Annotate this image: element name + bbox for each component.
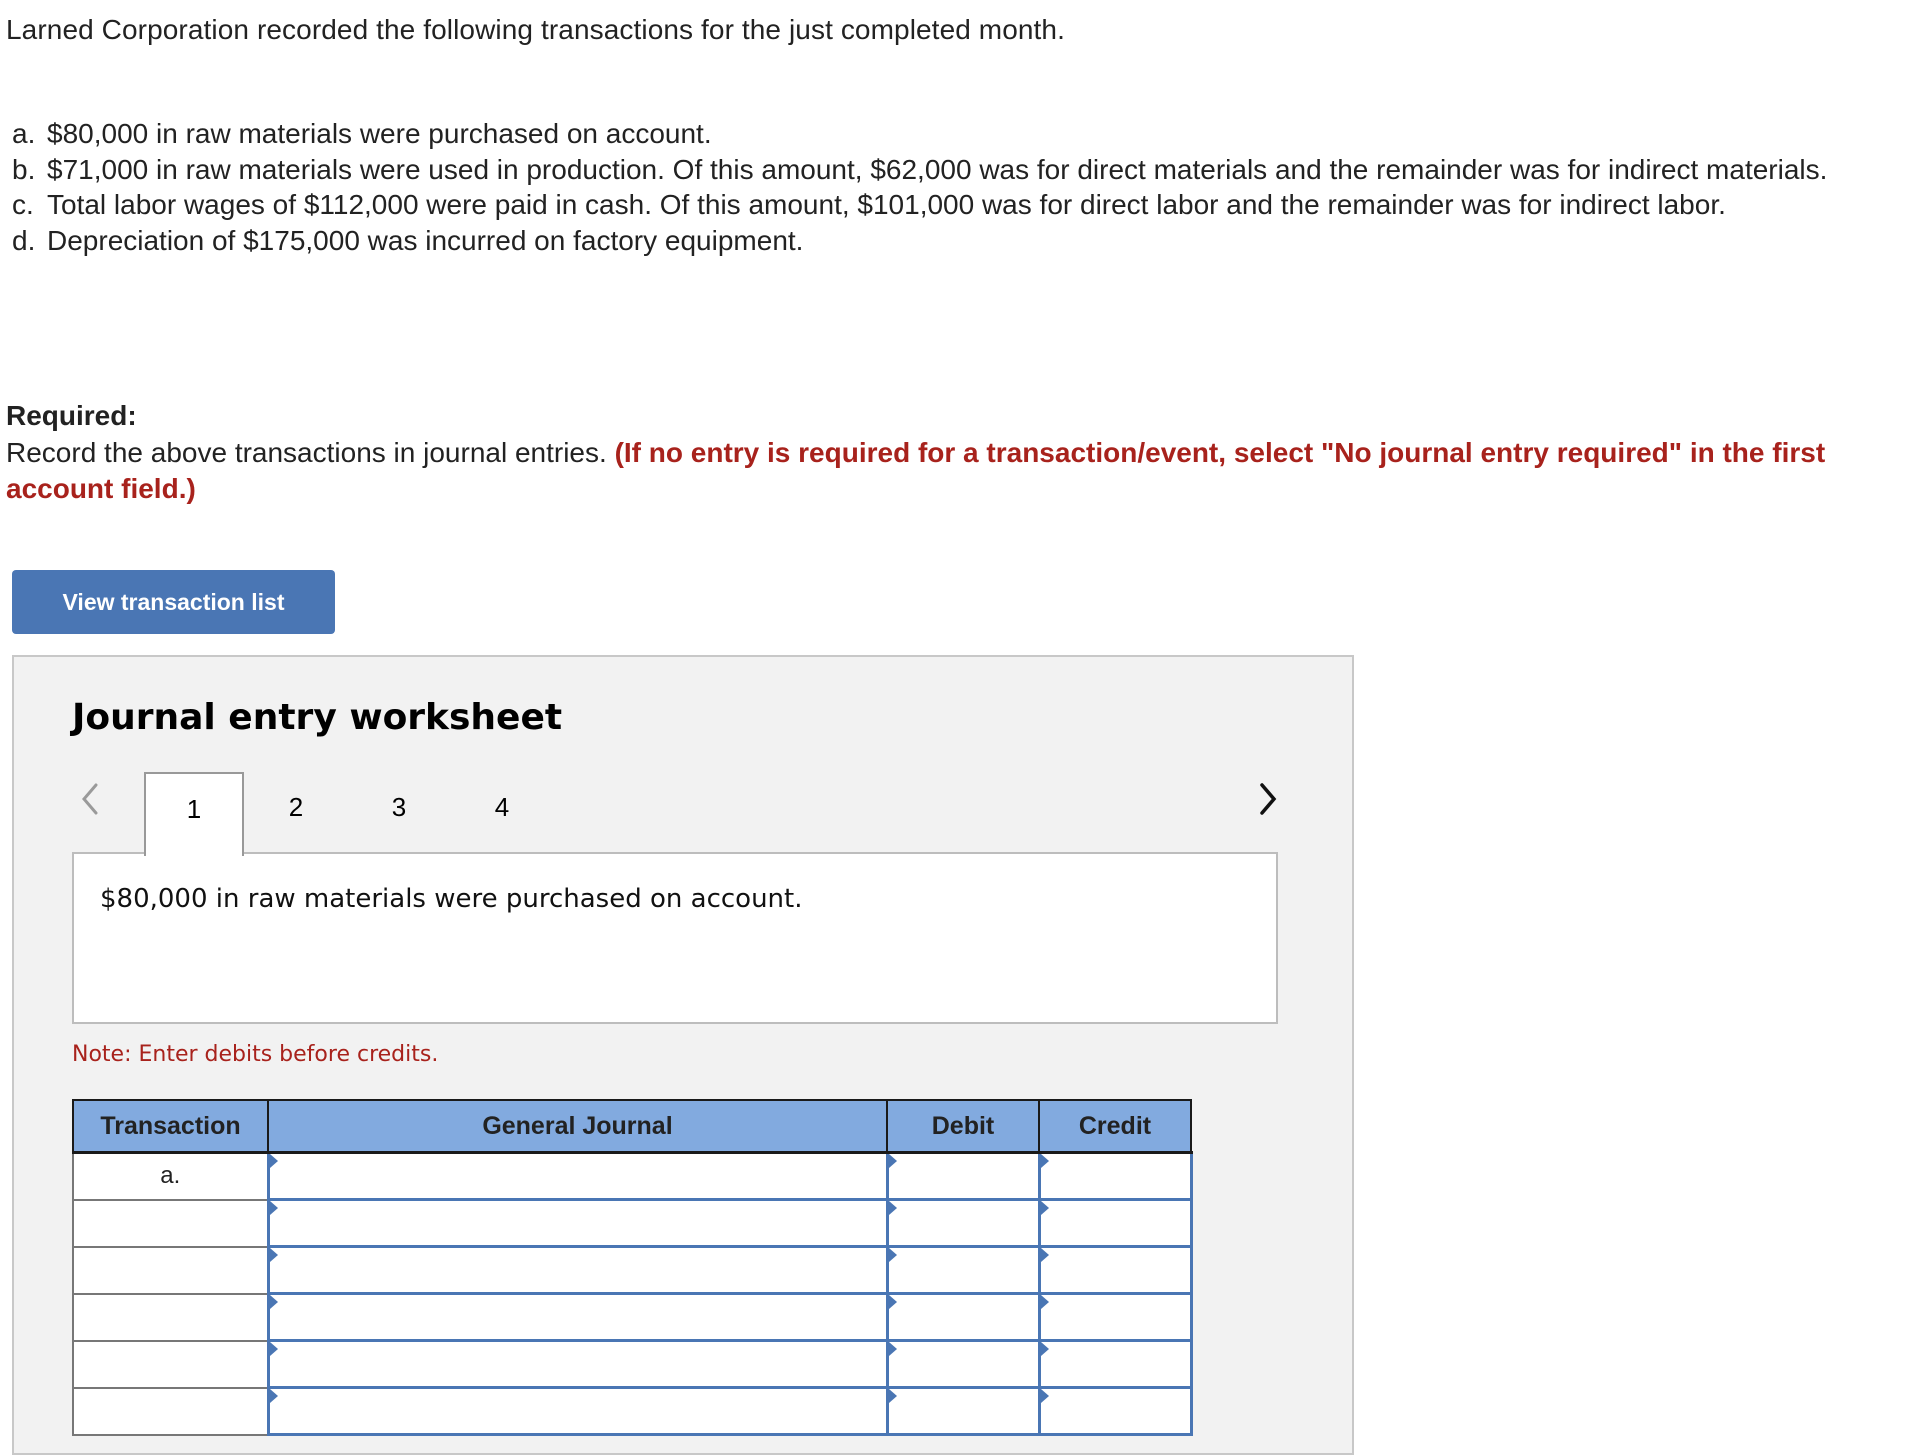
transaction-label: d. [12, 224, 36, 256]
chevron-right-icon[interactable] [1252, 779, 1282, 819]
transaction-label: a. [12, 118, 36, 149]
view-transaction-list-button[interactable]: View transaction list [12, 570, 335, 634]
dropdown-marker-icon [269, 1201, 278, 1215]
journal-entry-worksheet: Journal entry worksheet 1 2 3 4 $80,000 … [12, 655, 1354, 1455]
table-header-row: Transaction General Journal Debit Credit [72, 1099, 1192, 1154]
table-row [72, 1386, 1193, 1436]
transaction-cell [72, 1339, 269, 1389]
transaction-item: a. $80,000 in raw materials were purchase… [12, 116, 1892, 152]
input-marker-icon [888, 1295, 897, 1309]
debit-input[interactable] [885, 1245, 1041, 1295]
debit-input[interactable] [885, 1151, 1041, 1201]
input-marker-icon [1040, 1154, 1049, 1168]
account-dropdown[interactable] [266, 1339, 889, 1389]
required-section: Required: Record the above transactions … [6, 398, 1906, 508]
credit-input[interactable] [1037, 1292, 1193, 1342]
dropdown-marker-icon [269, 1154, 278, 1168]
tab-1[interactable]: 1 [144, 772, 244, 856]
transaction-text: $80,000 in raw materials were purchased … [47, 118, 712, 149]
transaction-label: b. [12, 153, 36, 185]
input-marker-icon [1040, 1342, 1049, 1356]
credit-input[interactable] [1037, 1245, 1193, 1295]
column-header-credit: Credit [1038, 1099, 1192, 1154]
dropdown-marker-icon [269, 1248, 278, 1262]
table-row [72, 1198, 1193, 1248]
credit-input[interactable] [1037, 1198, 1193, 1248]
journal-table: Transaction General Journal Debit Credit… [72, 1099, 1193, 1436]
transaction-cell [72, 1245, 269, 1295]
transaction-cell [72, 1198, 269, 1248]
debit-input[interactable] [885, 1292, 1041, 1342]
column-header-debit: Debit [886, 1099, 1040, 1154]
tab-3[interactable]: 3 [349, 772, 449, 856]
transaction-cell: a. [72, 1151, 269, 1201]
worksheet-title: Journal entry worksheet [72, 697, 563, 738]
column-header-general-journal: General Journal [267, 1099, 888, 1154]
column-header-transaction: Transaction [72, 1099, 269, 1154]
input-marker-icon [1040, 1248, 1049, 1262]
chevron-left-icon[interactable] [76, 779, 106, 819]
dropdown-marker-icon [269, 1389, 278, 1403]
account-dropdown[interactable] [266, 1198, 889, 1248]
account-dropdown[interactable] [266, 1245, 889, 1295]
transaction-item: b. $71,000 in raw materials were used in … [12, 152, 1892, 188]
tab-4[interactable]: 4 [452, 772, 552, 856]
debit-input[interactable] [885, 1339, 1041, 1389]
input-marker-icon [888, 1201, 897, 1215]
dropdown-marker-icon [269, 1342, 278, 1356]
input-marker-icon [1040, 1389, 1049, 1403]
input-marker-icon [888, 1154, 897, 1168]
table-row [72, 1339, 1193, 1389]
transaction-text: Depreciation of $175,000 was incurred on… [47, 224, 804, 256]
transaction-text: $71,000 in raw materials were used in pr… [47, 153, 1828, 185]
transaction-list: a. $80,000 in raw materials were purchase… [12, 116, 1892, 258]
tab-2[interactable]: 2 [246, 772, 346, 856]
credit-input[interactable] [1037, 1339, 1193, 1389]
credit-input[interactable] [1037, 1386, 1193, 1436]
transaction-label: c. [12, 189, 34, 220]
debit-input[interactable] [885, 1198, 1041, 1248]
dropdown-marker-icon [269, 1295, 278, 1309]
input-marker-icon [888, 1389, 897, 1403]
transaction-description-box: $80,000 in raw materials were purchased … [72, 852, 1278, 1024]
transaction-cell [72, 1292, 269, 1342]
account-dropdown[interactable] [266, 1386, 889, 1436]
required-title: Required: [6, 400, 137, 431]
required-text: Record the above transactions in journal… [6, 436, 607, 468]
problem-intro: Larned Corporation recorded the followin… [6, 14, 1065, 45]
account-dropdown[interactable] [266, 1151, 889, 1201]
transaction-cell [72, 1386, 269, 1436]
table-row: a. [72, 1151, 1193, 1201]
input-marker-icon [1040, 1295, 1049, 1309]
input-marker-icon [888, 1342, 897, 1356]
input-marker-icon [1040, 1201, 1049, 1215]
transaction-item: c. Total labor wages of $112,000 were pai… [12, 187, 1892, 223]
table-row [72, 1245, 1193, 1295]
debit-input[interactable] [885, 1386, 1041, 1436]
transaction-item: d. Depreciation of $175,000 was incurred … [12, 223, 1892, 259]
credit-input[interactable] [1037, 1151, 1193, 1201]
transaction-description: $80,000 in raw materials were purchased … [100, 884, 803, 914]
transaction-text: Total labor wages of $112,000 were paid … [47, 189, 1726, 220]
table-row [72, 1292, 1193, 1342]
debit-credit-note: Note: Enter debits before credits. [72, 1042, 439, 1067]
input-marker-icon [888, 1248, 897, 1262]
account-dropdown[interactable] [266, 1292, 889, 1342]
